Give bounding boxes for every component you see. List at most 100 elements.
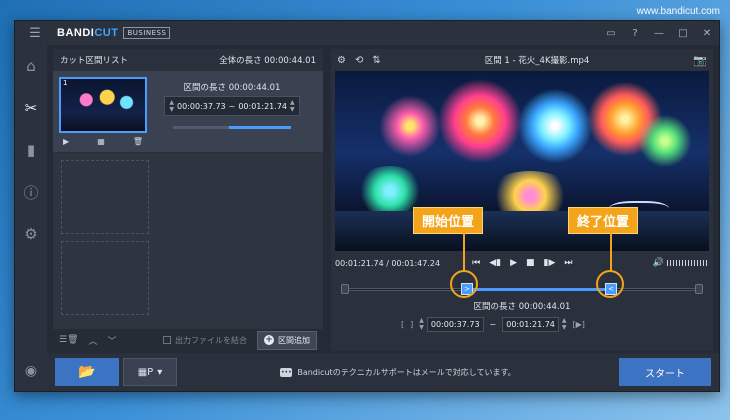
video-preview[interactable] [335, 71, 709, 251]
playback-controls: 00:01:21.74 / 00:01:47.24 ⏮ ◀▮ ▶ ■ ▮▶ ⏭ … [335, 255, 709, 271]
add-clip-label: 区間追加 [278, 335, 310, 345]
flip-icon[interactable]: ⇅ [372, 55, 380, 66]
start-marker-ring [450, 270, 478, 298]
range-editor: [ ] ▲ ▼ 00:00:37.73 ~ 00:01:21.74 ▲ ▼ [▶] [401, 315, 641, 333]
prev-frame-icon[interactable]: ◀▮ [489, 258, 501, 268]
current-time: 00:01:21.74 / 00:01:47.24 [335, 258, 441, 268]
volume-control[interactable]: 🔊 [653, 258, 709, 268]
list-delete-icon[interactable]: ☰🗑 [59, 335, 79, 345]
preview-header: ⚙ ⟲ ⇅ 区間 1 - 花火_4K撮影.mp4 📷 [331, 49, 713, 71]
start-button[interactable]: スタート [619, 358, 711, 386]
film-icon[interactable]: ▮ [15, 129, 47, 171]
play-icon[interactable]: ▶ [63, 137, 69, 146]
merge-option[interactable]: 出力ファイルを結合 [163, 335, 247, 346]
preview-title: 区間 1 - 花火_4K撮影.mp4 [484, 56, 590, 66]
bottom-bar: 📂 ▦P ▾ ••• Bandicutのテクニカルサポートはメールで対応していま… [47, 353, 719, 391]
play-range-icon[interactable]: [▶] [573, 320, 585, 329]
cut-icon[interactable]: ✂ [15, 87, 47, 129]
start-time-box[interactable]: ▲ ▼ 00:00:37.73 [419, 316, 484, 332]
window-controls: ▭ ? — □ ✕ [599, 21, 719, 45]
range-separator: ~ [489, 319, 497, 329]
range-separator: ~ [228, 101, 236, 111]
clip-info: 区間の長さ 00:00:44.01 ▲ ▼ 00:00:37.73 ~ 00:01… [147, 77, 317, 146]
logo: BANDICUT BUSINESS [57, 27, 171, 39]
empty-clip-slot [61, 241, 149, 315]
skip-forward-icon[interactable]: ⏭ [564, 258, 572, 268]
preview-panel: ⚙ ⟲ ⇅ 区間 1 - 花火_4K撮影.mp4 📷 00:01:21.74 /… [331, 49, 713, 351]
speaker-icon[interactable]: 🔊 [653, 258, 664, 268]
play-icon[interactable]: ▶ [510, 258, 517, 268]
settings-icon[interactable]: ⚙ [15, 213, 47, 255]
start-spinner[interactable]: ▲ ▼ [169, 99, 174, 113]
clip-end-time[interactable]: 00:01:21.74 [238, 102, 287, 111]
record-icon[interactable]: ◉ [15, 363, 47, 379]
rotate-icon[interactable]: ⟲ [355, 55, 363, 66]
trim-timeline[interactable]: > < [341, 283, 703, 295]
selected-range [466, 288, 611, 291]
settings-icon[interactable]: ⚙ [337, 55, 346, 66]
format-button[interactable]: ▦P ▾ [123, 358, 177, 386]
app-window: ☰ BANDICUT BUSINESS ▭ ? — □ ✕ ⌂ ✂ ▮ ⓘ ⚙ … [14, 20, 720, 392]
stop-icon[interactable]: ■ [526, 258, 535, 268]
merge-checkbox[interactable] [163, 336, 171, 344]
start-spinner[interactable]: ▲ ▼ [419, 317, 424, 331]
add-clip-button[interactable]: + 区間追加 [257, 330, 317, 350]
clip-list-title: カット区間リスト [60, 56, 129, 66]
total-length: 全体の長さ 00:00:44.01 [219, 56, 316, 66]
close-icon[interactable]: ✕ [695, 21, 719, 45]
clip-item[interactable]: 1 ▶ ▦ 🗑 区間の長さ 00:00:44.01 ▲ ▼ 00:00:37.73… [53, 71, 323, 153]
set-end-icon[interactable]: ] [410, 320, 413, 329]
end-time-box[interactable]: 00:01:21.74 ▲ ▼ [502, 316, 567, 332]
camera-icon[interactable]: 📷 [693, 54, 707, 67]
minimize-icon[interactable]: — [647, 21, 671, 45]
help-icon[interactable]: ? [623, 21, 647, 45]
folder-icon[interactable]: ▭ [599, 21, 623, 45]
support-text: Bandicutのテクニカルサポートはメールで対応しています。 [297, 367, 516, 377]
clip-time-range[interactable]: ▲ ▼ 00:00:37.73 ~ 00:01:21.74 ▲ ▼ [164, 96, 300, 116]
grid-icon[interactable]: ▦ [97, 137, 105, 146]
skip-back-icon[interactable]: ⏮ [472, 258, 480, 268]
start-time-input[interactable]: 00:00:37.73 [426, 316, 484, 332]
start-position-callout: 開始位置 [413, 207, 484, 234]
selection-length: 区間の長さ 00:00:44.01 [473, 302, 571, 312]
transport-buttons: ⏮ ◀▮ ▶ ■ ▮▶ ⏭ [472, 258, 572, 268]
timeline-start-handle[interactable] [341, 284, 349, 294]
end-time-input[interactable]: 00:01:21.74 [502, 316, 559, 332]
end-spinner[interactable]: ▲ ▼ [290, 99, 295, 113]
edition-badge: BUSINESS [123, 27, 171, 39]
chevron-down-icon: ▾ [157, 366, 163, 378]
watermark: www.bandicut.com [636, 6, 720, 17]
clip-list-footer: ☰🗑 ︿ ﹀ 出力ファイルを結合 + 区間追加 [53, 329, 323, 351]
next-frame-icon[interactable]: ▮▶ [544, 258, 556, 268]
set-start-icon[interactable]: [ [401, 320, 404, 329]
plus-icon: + [264, 335, 274, 345]
clip-list-header: カット区間リスト 全体の長さ 00:00:44.01 [53, 49, 323, 71]
menu-icon[interactable]: ☰ [15, 21, 55, 45]
output-folder-button[interactable]: 📂 [55, 358, 119, 386]
side-rail: ⌂ ✂ ▮ ⓘ ⚙ ◉ [15, 45, 47, 391]
end-spinner[interactable]: ▲ ▼ [562, 317, 567, 331]
empty-clip-slot [61, 160, 149, 234]
support-message: ••• Bandicutのテクニカルサポートはメールで対応しています。 [177, 367, 619, 378]
clip-progress [173, 126, 291, 129]
move-up-icon[interactable]: ︿ [89, 334, 98, 347]
title-bar: ☰ BANDICUT BUSINESS ▭ ? — □ ✕ [15, 21, 719, 45]
clip-start-time[interactable]: 00:00:37.73 [177, 102, 226, 111]
move-down-icon[interactable]: ﹀ [108, 334, 117, 347]
home-icon[interactable]: ⌂ [15, 45, 47, 87]
brand-name: BANDICUT [57, 27, 119, 39]
info-icon[interactable]: ⓘ [15, 171, 47, 213]
clip-length: 区間の長さ 00:00:44.01 [183, 83, 281, 93]
volume-slider[interactable] [667, 260, 709, 266]
clip-number: 1 [63, 79, 68, 87]
end-marker-ring [596, 270, 624, 298]
clip-thumbnail[interactable]: 1 ▶ ▦ 🗑 [59, 77, 147, 146]
merge-label: 出力ファイルを結合 [175, 335, 247, 345]
clip-controls: ▶ ▦ 🗑 [59, 137, 147, 146]
clip-list-panel: カット区間リスト 全体の長さ 00:00:44.01 1 ▶ ▦ 🗑 区間の長さ… [53, 49, 323, 351]
end-position-callout: 終了位置 [568, 207, 639, 234]
timeline-end-handle[interactable] [695, 284, 703, 294]
maximize-icon[interactable]: □ [671, 21, 695, 45]
delete-icon[interactable]: 🗑 [133, 137, 143, 146]
chat-icon: ••• [280, 367, 293, 377]
